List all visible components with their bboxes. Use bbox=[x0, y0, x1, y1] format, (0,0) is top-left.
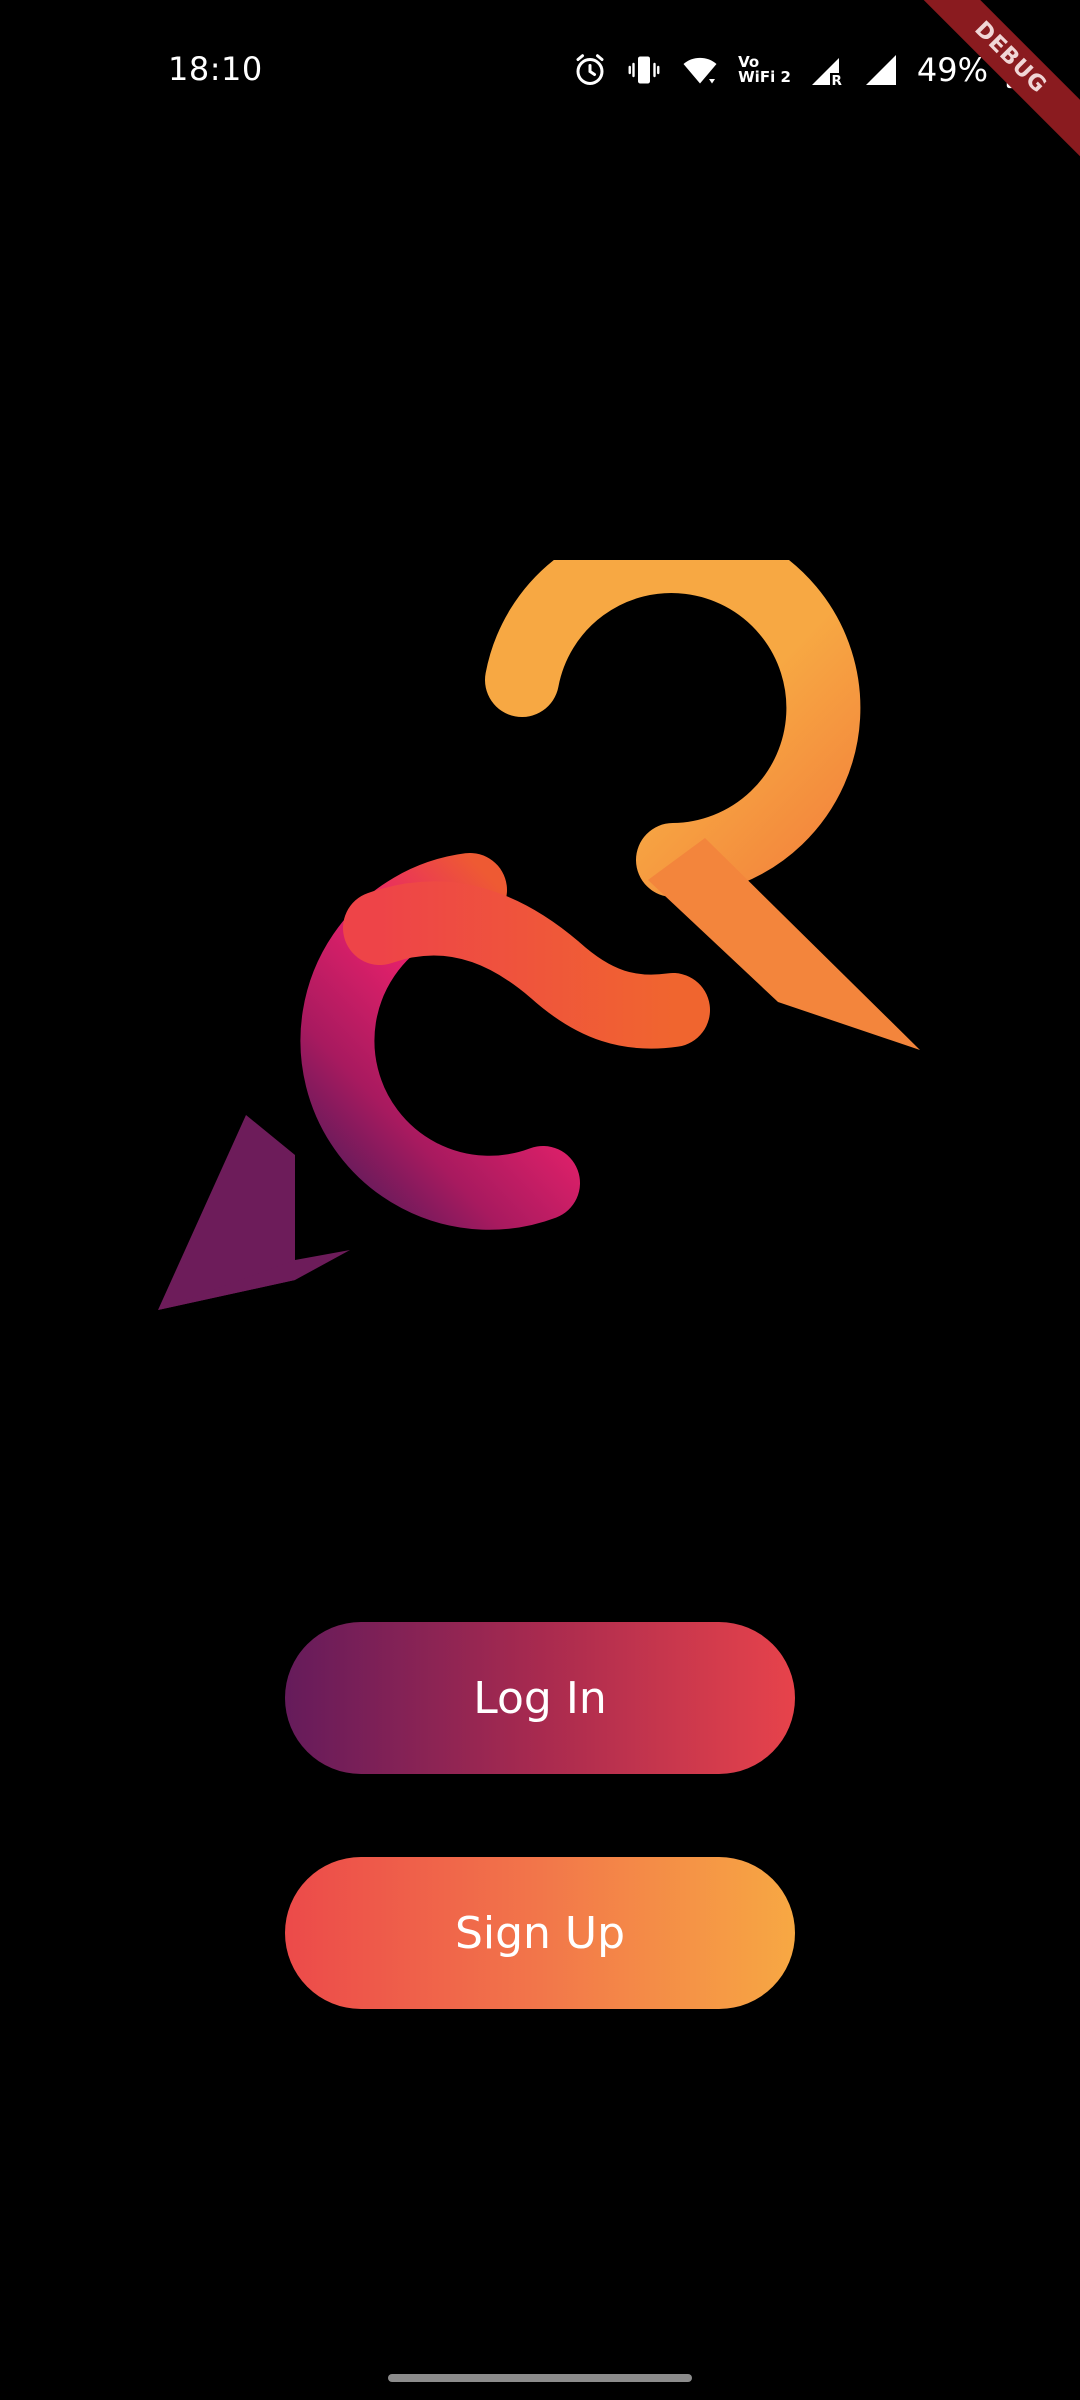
alarm-icon bbox=[572, 52, 608, 88]
wifi-icon bbox=[680, 52, 720, 88]
svg-text:R: R bbox=[831, 73, 842, 88]
debug-banner: DEBUG bbox=[920, 0, 1080, 160]
vibrate-icon bbox=[626, 52, 662, 88]
vowifi-icon: Vo WiFi 2 bbox=[738, 55, 791, 85]
welcome-screen: 18:10 Vo WiFi 2 R 49% DEBUG Log In Sign … bbox=[0, 0, 1080, 2400]
app-logo bbox=[150, 519, 930, 1320]
debug-ribbon-label: DEBUG bbox=[920, 0, 1080, 160]
status-time: 18:10 bbox=[168, 50, 263, 88]
home-indicator[interactable] bbox=[388, 2374, 692, 2382]
login-button[interactable]: Log In bbox=[285, 1622, 795, 1774]
signup-button[interactable]: Sign Up bbox=[285, 1857, 795, 2009]
vowifi-bottom-label: WiFi 2 bbox=[738, 68, 791, 86]
signal-r-icon: R bbox=[809, 52, 845, 88]
status-bar: 18:10 Vo WiFi 2 R 49% bbox=[0, 0, 1080, 140]
signal-icon bbox=[863, 52, 899, 88]
chat-bubbles-logo-icon bbox=[158, 519, 920, 1310]
